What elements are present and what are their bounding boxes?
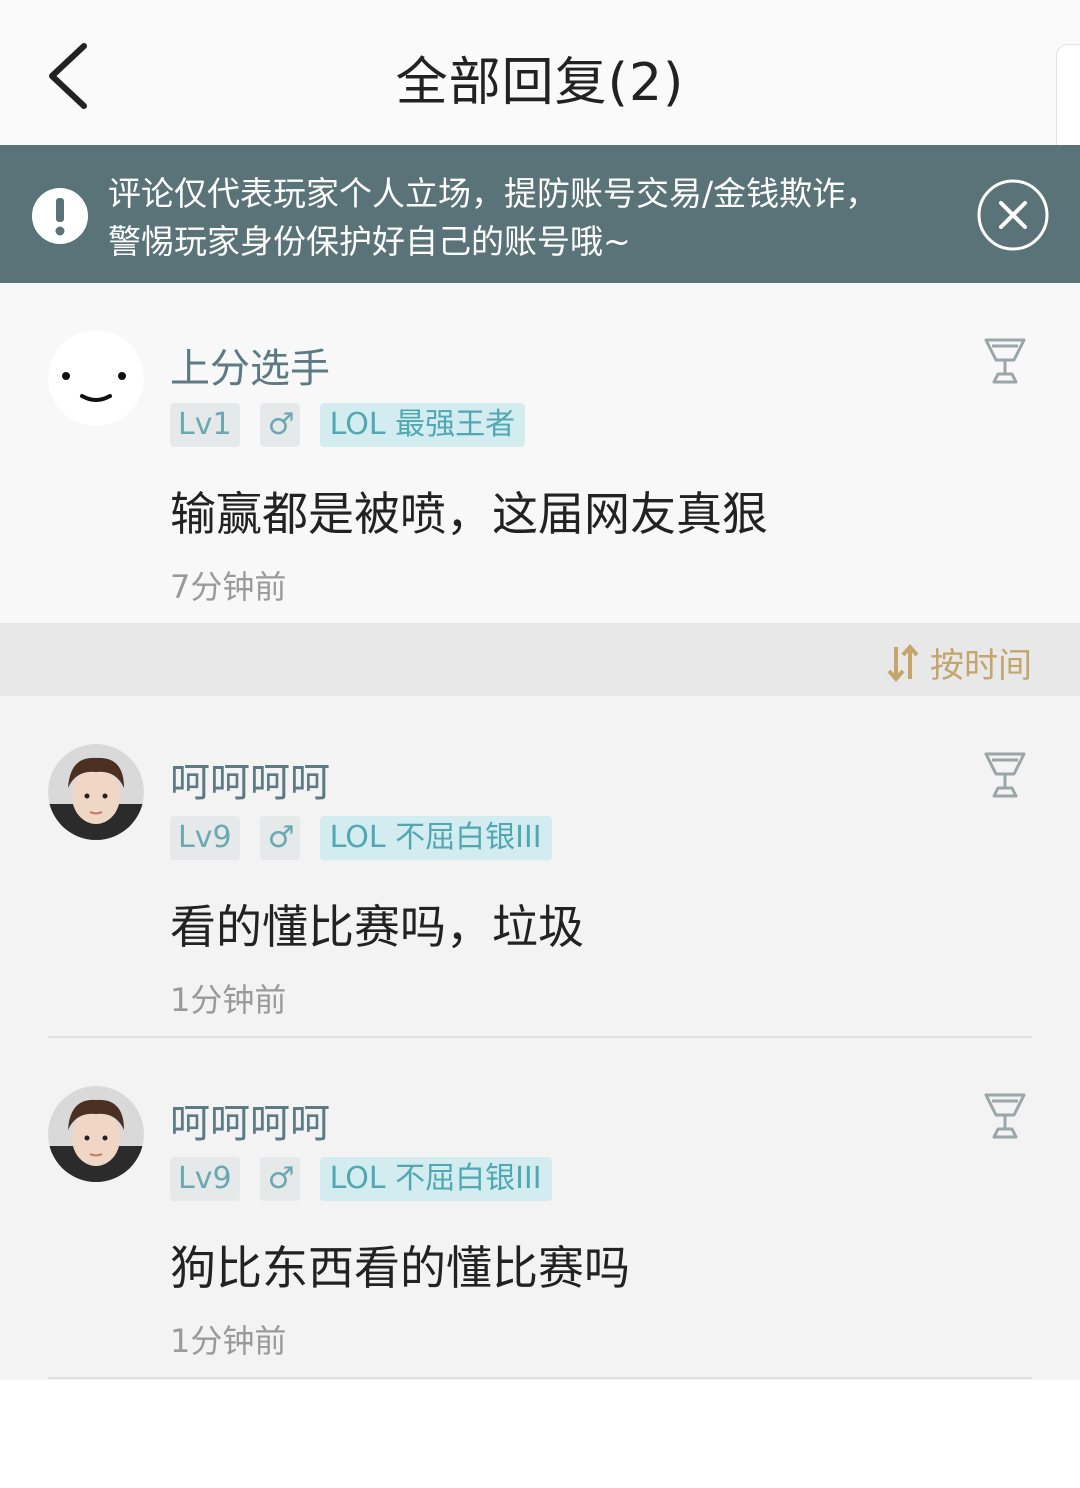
top-bar: 全部回复(2): [0, 0, 1080, 145]
reply-divider: [48, 1036, 1032, 1038]
reply-time: 1分钟前: [170, 981, 287, 1019]
rank-badge: LOL 最强王者: [319, 403, 526, 447]
trophy-icon[interactable]: [982, 1091, 1028, 1141]
rank-badge: LOL 不屈白银III: [319, 1157, 552, 1201]
comment-text: 输赢都是被喷，这届网友真狠: [170, 487, 768, 541]
reply-divider: [48, 1377, 1032, 1379]
warning-line-1: 评论仅代表玩家个人立场，提防账号交易/金钱欺诈，: [108, 174, 879, 213]
avatar[interactable]: [48, 1086, 144, 1182]
rank-badge: LOL 不屈白银III: [319, 816, 552, 860]
warning-icon: [32, 188, 88, 244]
gender-male-icon: ♂: [259, 816, 300, 860]
user-badges: Lv9 ♂ LOL 不屈白银III: [170, 816, 552, 860]
reply-text: 狗比东西看的懂比赛吗: [170, 1241, 630, 1295]
level-badge: Lv9: [170, 816, 240, 860]
username[interactable]: 上分选手: [170, 336, 330, 394]
user-badges: Lv9 ♂ LOL 不屈白银III: [170, 1157, 552, 1201]
username[interactable]: 呵呵呵呵: [170, 1091, 330, 1149]
page-title: 全部回复(2): [395, 53, 685, 113]
reply-text: 看的懂比赛吗，垃圾: [170, 900, 584, 954]
user-badges: Lv1 ♂ LOL 最强王者: [170, 403, 526, 447]
trophy-icon[interactable]: [982, 750, 1028, 800]
warning-line-2: 警惕玩家身份保护好自己的账号哦~: [108, 222, 631, 261]
close-icon[interactable]: [976, 178, 1050, 252]
reply-time: 1分钟前: [170, 1322, 287, 1360]
sort-by-time-button[interactable]: 按时间: [886, 638, 1032, 687]
sort-label: 按时间: [930, 646, 1032, 686]
trophy-icon[interactable]: [982, 336, 1028, 386]
comment-time: 7分钟前: [170, 568, 287, 606]
level-badge: Lv1: [170, 403, 240, 447]
level-badge: Lv9: [170, 1157, 240, 1201]
sort-icon: [887, 643, 919, 682]
warning-text: 评论仅代表玩家个人立场，提防账号交易/金钱欺诈， 警惕玩家身份保护好自己的账号哦…: [108, 170, 968, 266]
gender-male-icon: ♂: [259, 1157, 300, 1201]
avatar[interactable]: [48, 330, 144, 426]
username[interactable]: 呵呵呵呵: [170, 750, 330, 808]
avatar[interactable]: [48, 744, 144, 840]
gender-male-icon: ♂: [259, 403, 300, 447]
main-comment-card: [0, 283, 1080, 623]
